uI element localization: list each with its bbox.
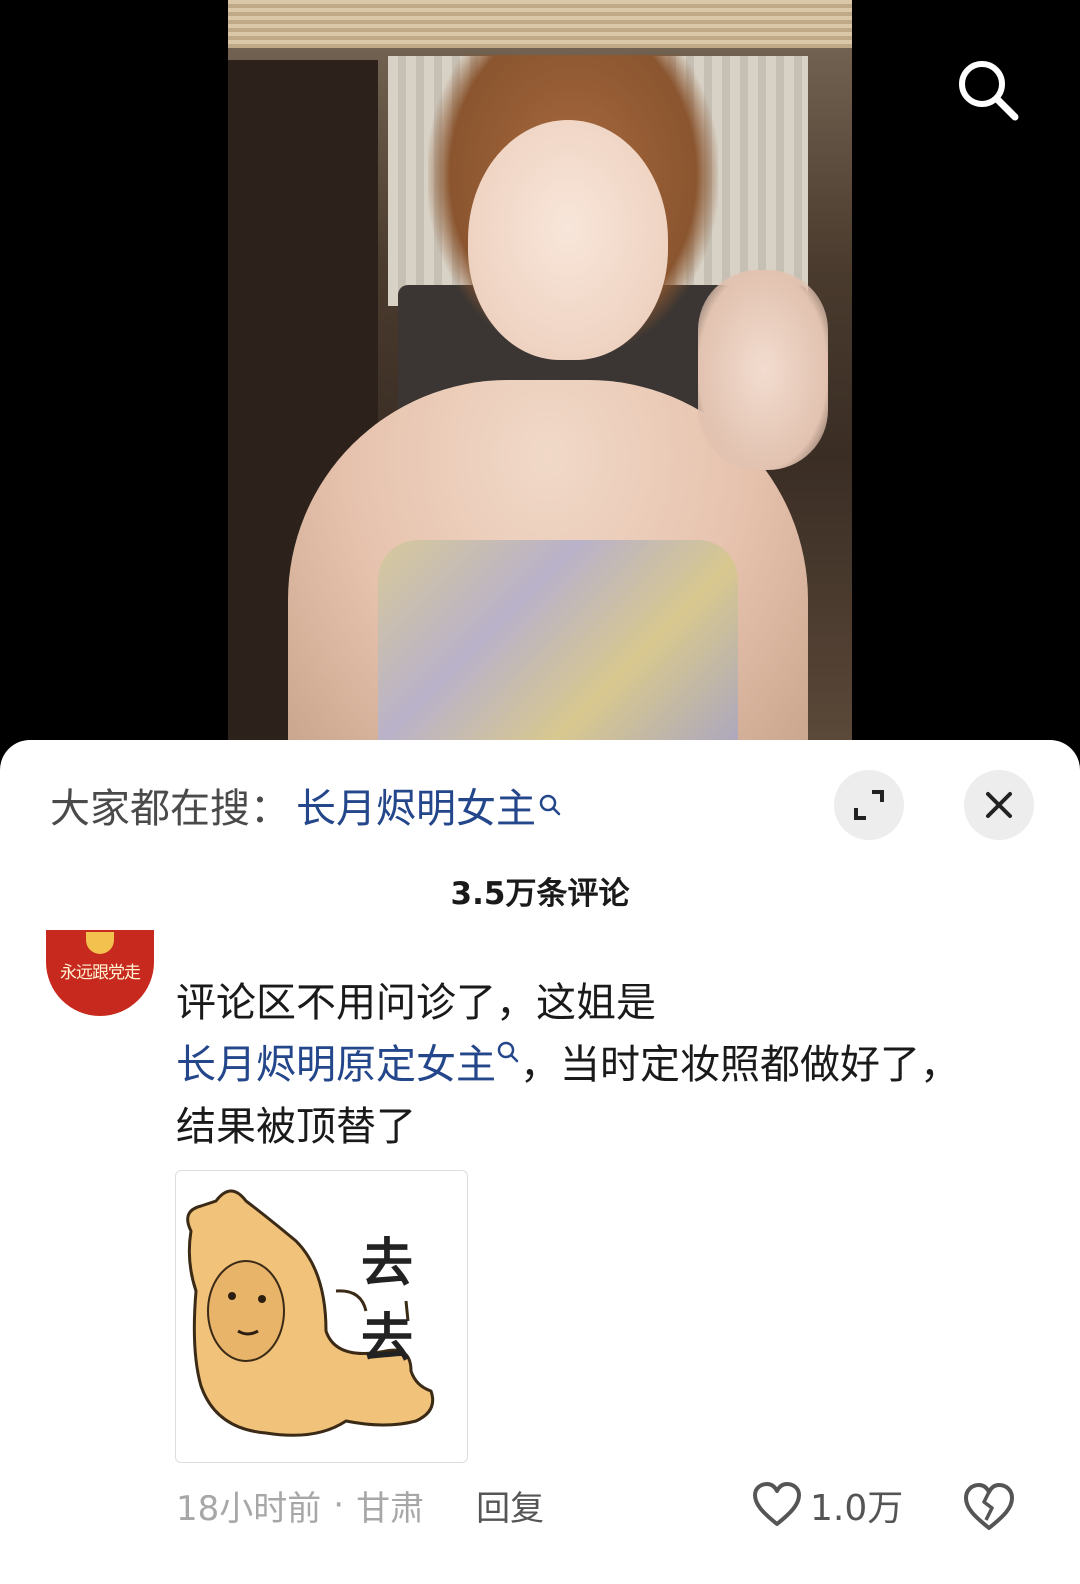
avatar-text: 永远跟党走 [60, 963, 141, 983]
trending-search-term[interactable]: 长月烬明女主 [296, 776, 536, 834]
comment-sticker-image[interactable]: 去去 [175, 1170, 468, 1463]
video-search-button[interactable] [950, 52, 1026, 128]
close-icon [986, 792, 1012, 818]
comment-meta: 18小时前 · 甘肃 回复 [176, 1480, 544, 1530]
video-ceiling [228, 0, 852, 48]
video-person-dress [378, 540, 738, 760]
video-person-face [468, 120, 668, 360]
expand-button[interactable] [834, 770, 904, 840]
comment-text-part1: 评论区不用问诊了，这姐是 [176, 980, 656, 1026]
meta-separator: · [333, 1485, 345, 1525]
search-icon [539, 794, 561, 816]
sticker-caption: 去去 [361, 1234, 416, 1369]
trending-search-prefix: 大家都在搜： [50, 786, 290, 832]
trending-search-bar[interactable]: 大家都在搜： 长月烬明女主 [50, 780, 562, 832]
comment-time: 18小时前 [176, 1488, 322, 1529]
close-button[interactable] [964, 770, 1034, 840]
video-frame[interactable] [228, 0, 852, 760]
search-icon [959, 61, 1019, 121]
like-button[interactable]: 1.0万 [752, 1478, 903, 1532]
like-count: 1.0万 [810, 1488, 904, 1529]
comment-body: 评论区不用问诊了，这姐是 长月烬明原定女主 ，当时定妆照都做好了，结果被顶替了 [176, 972, 976, 1158]
avatar-emblem [86, 932, 114, 954]
search-icon [497, 1041, 519, 1063]
comment-search-link[interactable]: 长月烬明原定女主 [176, 1042, 496, 1088]
expand-icon [854, 790, 884, 820]
video-player[interactable] [0, 0, 1080, 760]
broken-heart-icon [964, 1483, 1014, 1530]
video-person-hand [698, 270, 828, 470]
comments-count: 3.5万条评论 [450, 876, 630, 912]
comment-location: 甘肃 [356, 1488, 425, 1529]
reply-button[interactable]: 回复 [476, 1481, 544, 1530]
comment-sheet [0, 740, 1080, 1584]
dislike-button[interactable] [962, 1480, 1016, 1534]
heart-icon [753, 1482, 801, 1526]
